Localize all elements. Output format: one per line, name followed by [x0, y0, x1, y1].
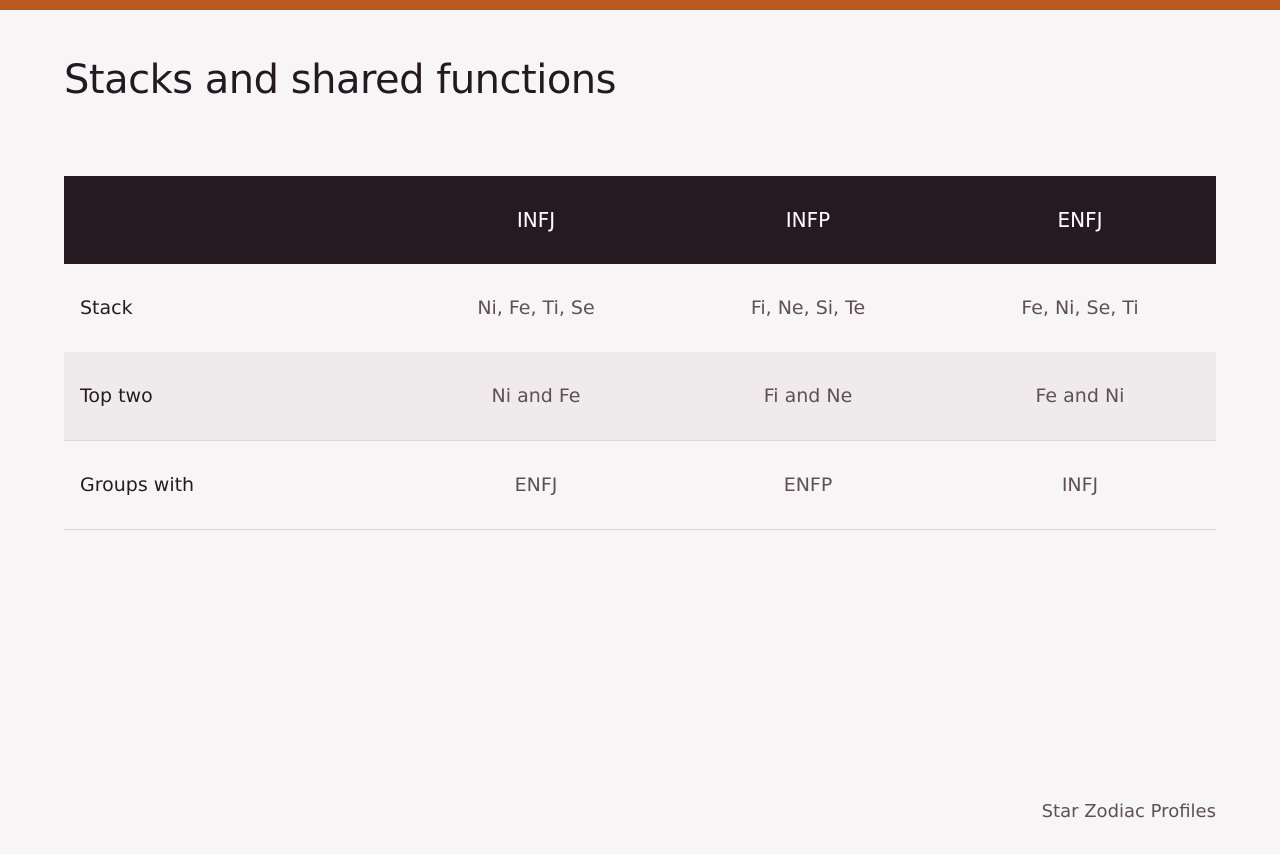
comparison-table: INFJ INFP ENFJ Stack Ni, Fe, Ti, Se Fi, …	[64, 176, 1216, 530]
row-label: Top two	[64, 352, 400, 441]
table-header-row: INFJ INFP ENFJ	[64, 176, 1216, 264]
column-header-infj: INFJ	[516, 208, 556, 232]
accent-bar	[0, 0, 1280, 10]
column-header-infp: INFP	[785, 208, 831, 232]
table-cell: ENFP	[672, 440, 944, 530]
table-cell: Ni and Fe	[400, 352, 672, 441]
table-cell: Ni, Fe, Ti, Se	[477, 297, 595, 319]
table-cell: ENFJ	[400, 440, 672, 530]
column-header-blank	[64, 176, 400, 264]
table-row-top-two: Top two Ni and Fe Fi and Ne Fe and Ni	[64, 352, 1216, 441]
footer-credit: Star Zodiac Profiles	[1041, 801, 1216, 822]
table-row-stack: Stack Ni, Fe, Ti, Se Fi, Ne, Si, Te Fe, …	[64, 264, 1216, 352]
row-label: Groups with	[64, 440, 400, 530]
table-cell: Fe and Ni	[944, 352, 1216, 441]
table-cell: Fe, Ni, Se, Ti	[1021, 297, 1139, 319]
column-header-enfj: ENFJ	[1057, 208, 1103, 232]
table-cell: INFJ	[944, 440, 1216, 530]
table-cell: Fi, Ne, Si, Te	[750, 297, 866, 319]
table-cell: Fi and Ne	[672, 352, 944, 441]
table-row-groups-with: Groups with ENFJ ENFP INFJ	[64, 440, 1216, 530]
row-label: Stack	[80, 297, 133, 319]
page-title: Stacks and shared functions	[64, 57, 617, 103]
